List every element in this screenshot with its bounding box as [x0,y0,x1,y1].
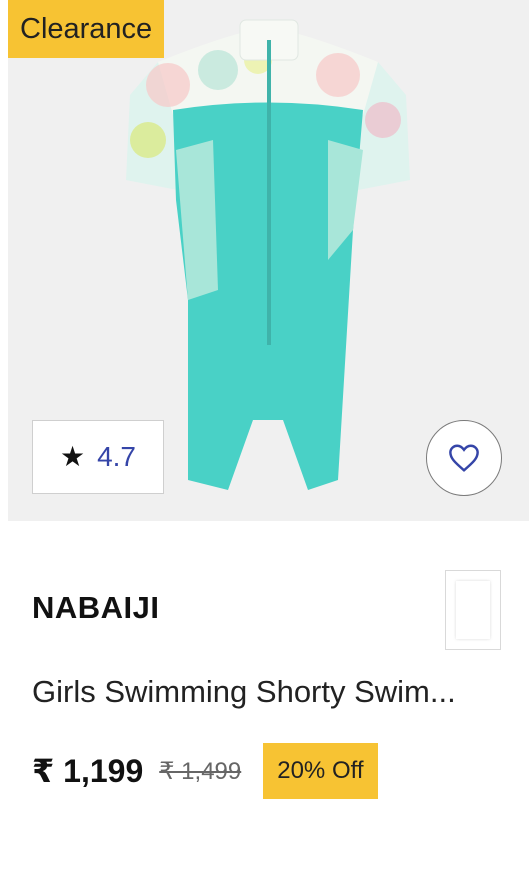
color-swatch[interactable] [445,570,501,650]
product-image-area[interactable]: Clearance ★ 4.7 [8,0,529,521]
original-price: ₹ 1,499 [159,757,242,785]
wishlist-button[interactable] [426,420,502,496]
brand-name: NABAIJI [32,590,160,625]
discount-badge: 20% Off [263,743,378,799]
star-icon: ★ [59,441,86,472]
price-row: ₹ 1,199 ₹ 1,499 20% Off [32,743,378,799]
swatch-preview [456,581,490,639]
rating-value: 4.7 [97,441,137,472]
heart-icon [449,444,479,472]
sale-price: ₹ 1,199 [32,753,144,789]
clearance-badge: Clearance [8,0,165,58]
product-title[interactable]: Girls Swimming Shorty Swim... [32,674,502,710]
rating-badge: ★ 4.7 [32,420,164,494]
